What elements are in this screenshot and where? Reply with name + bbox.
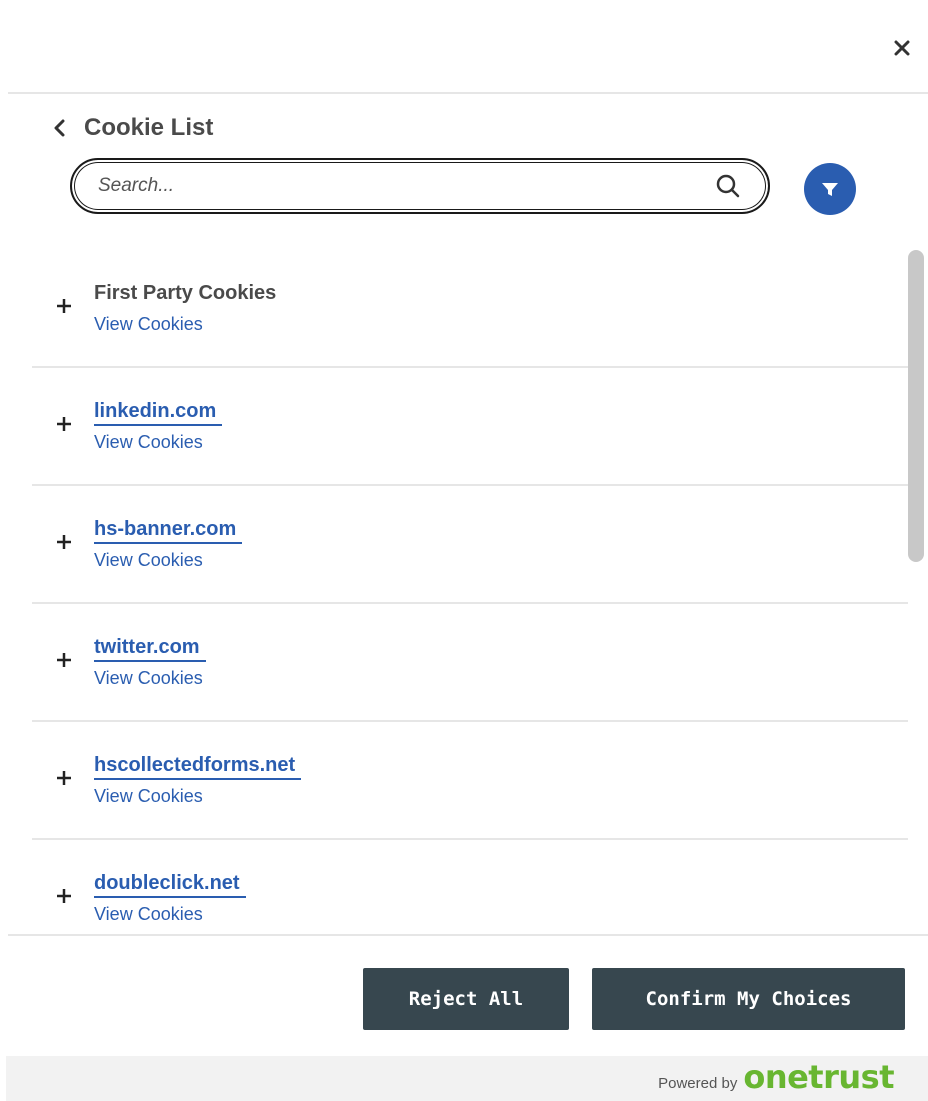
view-cookies-link[interactable]: View Cookies [94, 786, 203, 807]
bottom-divider [8, 934, 928, 936]
filter-button[interactable] [804, 163, 856, 215]
page-title: Cookie List [84, 114, 214, 141]
view-cookies-link[interactable]: View Cookies [94, 432, 203, 453]
search-box [70, 158, 770, 214]
view-cookies-link[interactable]: View Cookies [94, 314, 203, 335]
vendor-link[interactable]: hs-banner.com [94, 516, 243, 544]
vendor-link[interactable]: doubleclick.net [94, 870, 246, 898]
vendor-link[interactable]: linkedin.com [94, 398, 223, 426]
view-cookies-link[interactable]: View Cookies [94, 904, 203, 925]
expand-button[interactable] [52, 766, 76, 790]
expand-button[interactable] [52, 412, 76, 436]
plus-icon [57, 889, 71, 903]
search-icon [716, 174, 740, 198]
list-item-title: First Party Cookies [94, 282, 277, 304]
expand-button[interactable] [52, 884, 76, 908]
scrollbar-thumb[interactable] [908, 250, 924, 562]
vendor-link[interactable]: hscollectedforms.net [94, 752, 302, 780]
panel-header: Cookie List [44, 110, 213, 146]
close-icon [894, 40, 910, 56]
list-item: doubleclick.net View Cookies [32, 840, 908, 934]
footer: Powered by onetrust [6, 1056, 928, 1101]
search-button[interactable] [714, 172, 742, 200]
plus-icon [57, 771, 71, 785]
scrollbar[interactable] [906, 250, 926, 934]
list-item: hscollectedforms.net View Cookies [32, 722, 908, 840]
powered-by-link[interactable]: Powered by onetrust [658, 1058, 894, 1096]
filter-icon [822, 183, 838, 196]
expand-button[interactable] [52, 530, 76, 554]
expand-button[interactable] [52, 294, 76, 318]
top-divider [8, 92, 928, 94]
list-item: linkedin.com View Cookies [32, 368, 908, 486]
list-item: First Party Cookies View Cookies [32, 250, 908, 368]
plus-icon [57, 417, 71, 431]
onetrust-logo: onetrust [743, 1058, 894, 1096]
confirm-choices-button[interactable]: Confirm My Choices [592, 968, 905, 1030]
close-button[interactable] [884, 30, 920, 66]
powered-by-text: Powered by [658, 1075, 738, 1092]
cookie-list-panel: Cookie List First Party Cookies View Coo… [0, 0, 928, 1101]
expand-button[interactable] [52, 648, 76, 672]
view-cookies-link[interactable]: View Cookies [94, 668, 203, 689]
reject-all-button[interactable]: Reject All [363, 968, 569, 1030]
search-input[interactable] [98, 175, 714, 197]
list-item: hs-banner.com View Cookies [32, 486, 908, 604]
plus-icon [57, 535, 71, 549]
chevron-left-icon [54, 119, 65, 137]
plus-icon [57, 653, 71, 667]
list-item: twitter.com View Cookies [32, 604, 908, 722]
plus-icon [57, 299, 71, 313]
back-button[interactable] [44, 112, 76, 144]
view-cookies-link[interactable]: View Cookies [94, 550, 203, 571]
cookie-vendor-list: First Party Cookies View Cookies linkedi… [32, 250, 908, 934]
vendor-link[interactable]: twitter.com [94, 634, 206, 662]
